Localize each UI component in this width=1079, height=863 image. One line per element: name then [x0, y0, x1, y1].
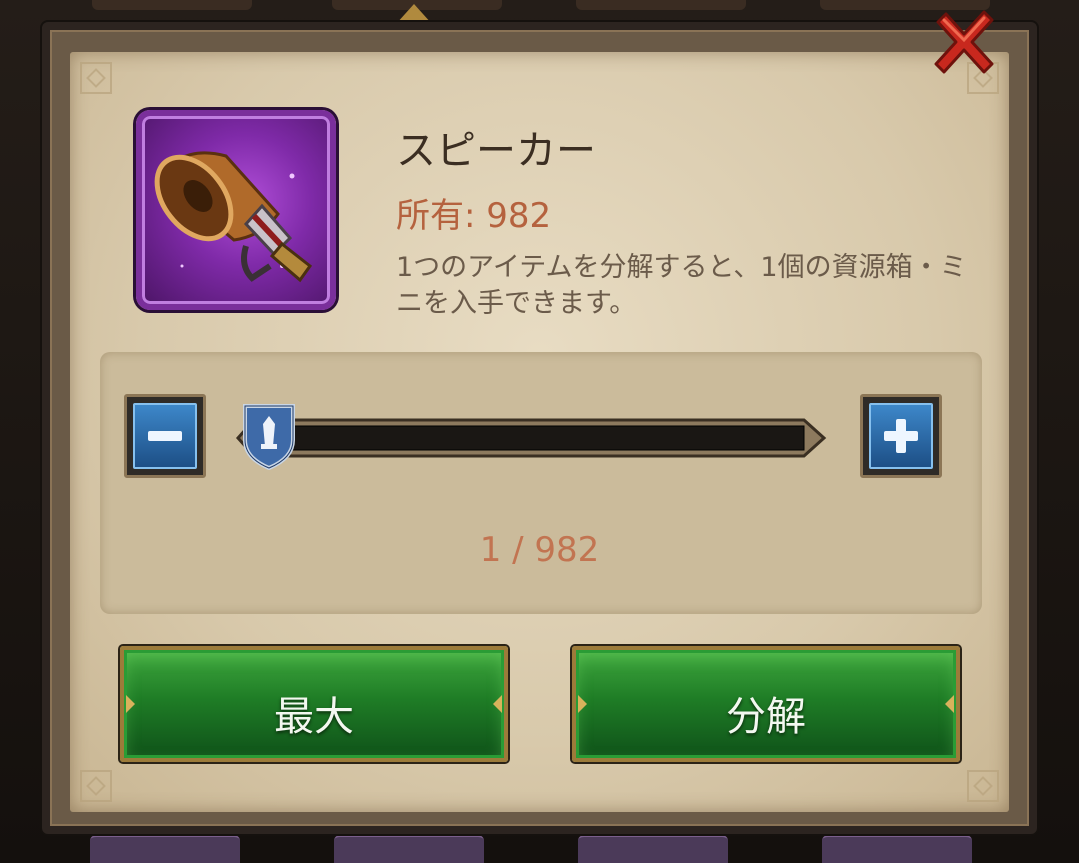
- slider-handle[interactable]: [241, 400, 297, 470]
- max-button[interactable]: 最大: [120, 646, 508, 762]
- increase-button[interactable]: [860, 394, 942, 478]
- owned-count: 所有: 982: [396, 196, 552, 236]
- minus-icon: [148, 431, 182, 441]
- background-inventory-tile: [90, 835, 240, 863]
- background-inventory-tile: [334, 835, 484, 863]
- background-inventory-tile: [578, 835, 728, 863]
- megaphone-icon: [154, 151, 313, 283]
- corner-ornament-icon: [967, 770, 999, 802]
- quantity-count: 1 / 982: [479, 530, 600, 570]
- max-button-label: 最大: [274, 694, 354, 740]
- dismantle-button-label: 分解: [726, 694, 806, 740]
- increase-button-face: [869, 403, 933, 469]
- decrease-button-face: [133, 403, 197, 469]
- corner-ornament-icon: [80, 770, 112, 802]
- dismantle-button[interactable]: 分解: [572, 646, 960, 762]
- background-tab: [92, 0, 252, 10]
- plus-icon: [884, 419, 918, 453]
- selection-pointer-icon: [396, 4, 432, 24]
- close-icon[interactable]: [928, 6, 1000, 78]
- quantity-panel: [100, 352, 982, 614]
- item-name: スピーカー: [396, 128, 596, 174]
- item-description: 1つのアイテムを分解すると、1個の資源箱・ミニを入手できます。: [396, 252, 967, 319]
- background-inventory-tile: [822, 835, 972, 863]
- corner-ornament-icon: [80, 62, 112, 94]
- quantity-slider[interactable]: [232, 404, 828, 470]
- item-icon-frame: [136, 110, 336, 310]
- background-tab: [576, 0, 746, 10]
- decrease-button[interactable]: [124, 394, 206, 478]
